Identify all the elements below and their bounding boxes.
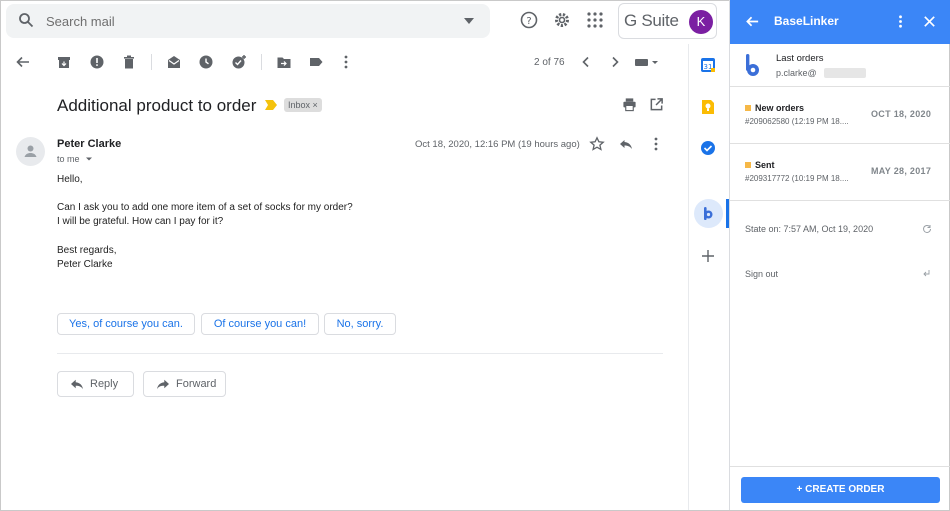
email-body-line: Can I ask you to add one more item of a … (57, 202, 353, 213)
email-body-line: I will be grateful. How can I pay for it… (57, 216, 224, 227)
add-to-tasks-icon[interactable] (231, 54, 247, 70)
inbox-label-chip[interactable]: Inbox × (284, 98, 322, 112)
email-date: Oct 18, 2020, 12:16 PM (19 hours ago) (415, 139, 580, 150)
reply-icon[interactable] (618, 136, 634, 152)
baselinker-logo-icon (746, 54, 759, 76)
panel-more-vert-icon[interactable] (893, 14, 908, 29)
calendar-icon[interactable]: 31 (700, 57, 716, 73)
toolbar-divider (261, 54, 262, 70)
create-order-button[interactable]: + CREATE ORDER (741, 477, 940, 503)
order-status-row[interactable]: New orders #209062580 (12:19 PM 18.... O… (730, 87, 950, 144)
print-icon[interactable] (622, 97, 637, 112)
back-arrow-icon[interactable] (15, 54, 31, 70)
order-id: #209062580 (12:19 PM 18.... (745, 117, 849, 126)
baselinker-panel: BaseLinker Last orders p.clarke@ New ord… (729, 0, 950, 510)
delete-icon[interactable] (121, 54, 137, 70)
apps-grid-icon[interactable] (586, 11, 604, 29)
account-email: p.clarke@ (776, 68, 817, 78)
move-to-icon[interactable] (276, 54, 292, 70)
status-dot (745, 105, 751, 111)
side-rail-divider (688, 44, 689, 510)
more-vert-icon[interactable] (338, 54, 354, 70)
account-avatar[interactable]: K (689, 10, 713, 34)
panel-close-icon[interactable] (922, 14, 937, 29)
panel-back-arrow-icon[interactable] (745, 14, 760, 29)
input-tools-icon[interactable] (634, 54, 660, 70)
message-count: 2 of 76 (534, 57, 565, 68)
importance-marker-icon[interactable] (265, 100, 277, 110)
newer-chevron-icon[interactable] (578, 54, 594, 70)
content-divider (57, 353, 663, 354)
email-subject: Additional product to order (57, 96, 257, 115)
more-vert-icon[interactable] (648, 136, 664, 152)
gsuite-account-box[interactable]: G Suite K (618, 3, 717, 39)
archive-icon[interactable] (56, 54, 72, 70)
baselinker-logo-icon (704, 207, 713, 220)
inbox-label-text: Inbox (288, 100, 311, 110)
recipient-details[interactable]: to me (57, 154, 93, 164)
email-body-line: Peter Clarke (57, 259, 113, 270)
email-blurred-region (824, 68, 866, 78)
forward-button[interactable]: Forward (143, 371, 226, 397)
refresh-icon[interactable] (922, 224, 932, 234)
recipient-dropdown-icon[interactable] (85, 156, 93, 162)
label-icon[interactable] (308, 54, 324, 70)
footer-divider (730, 466, 950, 467)
person-icon (24, 145, 37, 157)
help-icon[interactable]: ? (520, 11, 538, 29)
open-new-window-icon[interactable] (649, 97, 664, 112)
state-timestamp: State on: 7:57 AM, Oct 19, 2020 (745, 224, 874, 234)
snooze-icon[interactable] (198, 54, 214, 70)
panel-header: BaseLinker (730, 0, 950, 44)
search-input[interactable]: Search mail (46, 14, 115, 29)
reply-icon (71, 379, 83, 390)
smart-reply-button[interactable]: No, sorry. (324, 313, 396, 335)
tasks-icon[interactable] (700, 140, 716, 156)
order-id: #209317772 (10:19 PM 18.... (745, 174, 849, 183)
forward-label: Forward (176, 378, 217, 390)
sign-out-arrow-icon[interactable] (922, 269, 931, 278)
svg-text:?: ? (526, 16, 531, 27)
email-body-line: Hello, (57, 174, 83, 185)
smart-reply-button[interactable]: Yes, of course you can. (57, 313, 195, 335)
panel-title: BaseLinker (774, 14, 839, 28)
settings-icon[interactable] (553, 11, 571, 29)
gsuite-logo: G Suite (624, 11, 679, 30)
status-dot (745, 162, 751, 168)
keep-icon[interactable] (700, 99, 716, 115)
order-status-row[interactable]: Sent #209317772 (10:19 PM 18.... MAY 28,… (730, 144, 950, 201)
report-spam-icon[interactable] (89, 54, 105, 70)
search-options-icon[interactable] (464, 18, 474, 24)
email-body-line: Best regards, (57, 245, 117, 256)
account-section: Last orders p.clarke@ (730, 44, 950, 87)
baselinker-addon-button[interactable] (694, 199, 723, 228)
remove-label-icon[interactable]: × (313, 100, 318, 110)
sender-name[interactable]: Peter Clarke (57, 138, 121, 150)
recipient-text: to me (57, 154, 80, 164)
mark-unread-icon[interactable] (166, 54, 182, 70)
order-status-label: New orders (755, 103, 805, 113)
star-icon[interactable] (589, 136, 605, 152)
sender-avatar[interactable] (16, 137, 45, 166)
get-addons-plus-icon[interactable] (700, 248, 716, 264)
smart-reply-button[interactable]: Of course you can! (201, 313, 319, 335)
toolbar-divider (151, 54, 152, 70)
forward-icon (157, 379, 169, 390)
order-date: MAY 28, 2017 (871, 166, 932, 176)
last-orders-label: Last orders (776, 53, 824, 64)
search-icon[interactable] (18, 12, 34, 28)
sign-out-link[interactable]: Sign out (745, 269, 778, 279)
reply-label: Reply (90, 378, 119, 390)
older-chevron-icon[interactable] (607, 54, 623, 70)
order-status-label: Sent (755, 160, 775, 170)
reply-button[interactable]: Reply (57, 371, 134, 397)
order-date: OCT 18, 2020 (871, 109, 932, 119)
search-bar[interactable]: Search mail (6, 4, 490, 38)
